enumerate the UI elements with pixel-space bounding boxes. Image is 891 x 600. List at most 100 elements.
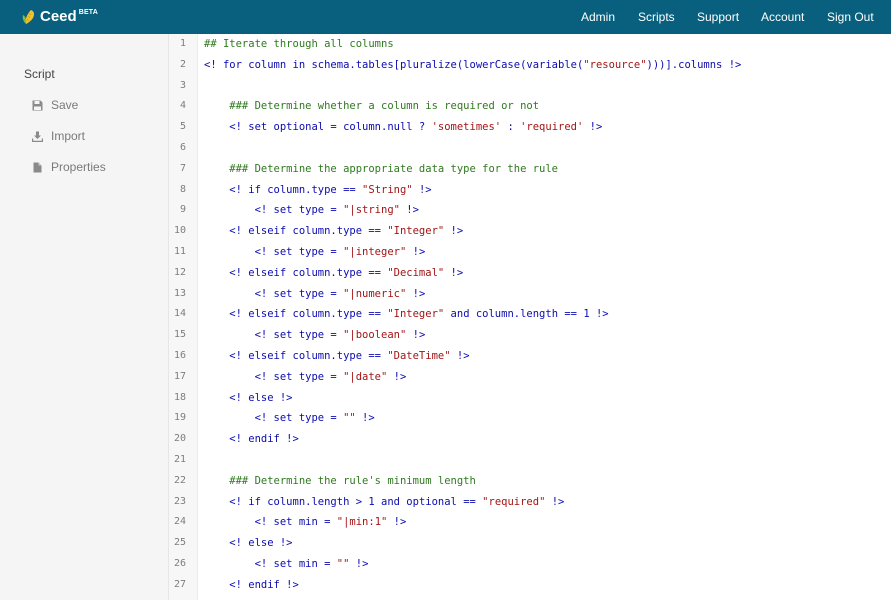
code-token: ""	[336, 558, 350, 570]
code-token: <! set min =	[204, 558, 337, 570]
sidebar-item-save[interactable]: Save	[32, 97, 78, 113]
line-number: 8	[179, 183, 186, 195]
nav-link-scripts[interactable]: Scripts	[638, 10, 675, 25]
code-line[interactable]: 27 <! endif !>	[169, 575, 891, 596]
line-code: <! elseif column.type == "Integer" !>	[204, 221, 463, 241]
sidebar-item-label: Import	[51, 129, 86, 143]
code-token: "String"	[362, 183, 413, 196]
code-line[interactable]: 4 ### Determine whether a column is requ…	[169, 96, 891, 117]
code-line[interactable]: 24 <! set min = "|min:1" !>	[169, 512, 891, 533]
line-number: 16	[173, 350, 186, 361]
code-token: <! set type =	[204, 287, 344, 300]
line-code: <! endif !>	[204, 575, 299, 595]
code-line[interactable]: 23 <! if column.length > 1 and optional …	[169, 492, 891, 513]
line-code: <! set min = "|min:1" !>	[204, 512, 407, 532]
code-line[interactable]: 18 <! else !>	[169, 388, 891, 409]
code-token: "|date"	[343, 370, 388, 383]
line-code: <! set type = "|string" !>	[204, 200, 419, 220]
line-number: 20	[173, 433, 186, 445]
code-token: ""	[343, 412, 356, 425]
line-number: 11	[173, 246, 186, 257]
code-token: <! endif !>	[204, 578, 299, 591]
code-line[interactable]: 19 <! set type = "" !>	[169, 408, 891, 429]
code-line[interactable]: 11 <! set type = "|integer" !>	[169, 242, 891, 263]
code-line[interactable]: 21	[169, 450, 891, 471]
code-token: ## Iterate through all columns	[204, 38, 394, 50]
code-line[interactable]: 20 <! endif !>	[169, 429, 891, 450]
nav-link-sign-out[interactable]: Sign Out	[827, 10, 874, 25]
line-number: 23	[173, 495, 186, 507]
code-token: <! set type =	[204, 246, 344, 258]
code-token: !>	[406, 287, 426, 300]
beta-badge: BETA	[78, 9, 99, 16]
code-token: "required"	[482, 495, 546, 508]
line-code: <! elseif column.type == "Decimal" !>	[204, 263, 463, 283]
line-code: <! endif !>	[204, 429, 299, 449]
code-token: <! set type =	[204, 329, 344, 342]
line-number: 14	[173, 308, 186, 320]
line-number: 26	[173, 558, 186, 569]
code-token: !>	[349, 558, 369, 570]
line-number: 13	[173, 287, 186, 299]
line-code: <! if column.type == "String" !>	[204, 180, 431, 200]
code-token: !>	[583, 121, 603, 134]
code-line[interactable]: 7 ### Determine the appropriate data typ…	[169, 159, 891, 180]
code-line[interactable]: 5 <! set optional = column.null ? 'somet…	[169, 117, 891, 138]
line-number: 15	[173, 329, 186, 341]
code-line[interactable]: 16 <! elseif column.type == "DateTime" !…	[169, 346, 891, 367]
line-number: 1	[179, 38, 186, 49]
code-token: 'sometimes'	[431, 121, 502, 134]
code-token: "|numeric"	[343, 287, 407, 300]
brand[interactable]: Ceed BETA	[22, 8, 98, 28]
code-token: <! set type =	[204, 204, 344, 217]
line-number: 18	[173, 391, 186, 403]
sidebar-heading: Script	[24, 67, 55, 81]
line-number: 19	[173, 412, 186, 424]
nav-link-admin[interactable]: Admin	[581, 10, 615, 25]
code-line[interactable]: 3	[169, 76, 891, 97]
code-token: "|string"	[343, 204, 400, 217]
code-token: !>	[444, 266, 464, 279]
code-line[interactable]: 26 <! set min = "" !>	[169, 554, 891, 575]
code-token: <! endif !>	[204, 433, 299, 446]
line-number: 6	[179, 142, 186, 153]
line-number: 4	[179, 100, 186, 112]
line-code: <! else !>	[204, 388, 293, 408]
code-token: <! elseif column.type ==	[204, 350, 388, 362]
code-token: <! elseif column.type ==	[204, 308, 388, 321]
code-line[interactable]: 13 <! set type = "|numeric" !>	[169, 284, 891, 305]
line-number: 17	[173, 370, 186, 382]
line-code: <! set optional = column.null ? 'sometim…	[204, 117, 602, 137]
code-token: !>	[406, 246, 426, 258]
code-token: <! else !>	[204, 391, 293, 404]
code-token: <! set optional = column.null ?	[204, 121, 432, 134]
line-code: <! set type = "|boolean" !>	[204, 325, 426, 345]
code-token: ### Determine whether a column is requir…	[204, 100, 540, 113]
code-line[interactable]: 2 <! for column in schema.tables[pluraliz…	[169, 55, 891, 76]
sidebar: Script Save Import Properties	[0, 34, 169, 600]
code-token: !>	[387, 370, 407, 383]
code-editor[interactable]: 1 ## Iterate through all columns 2 <! for c…	[169, 34, 891, 600]
code-line[interactable]: 1 ## Iterate through all columns	[169, 34, 891, 55]
code-line[interactable]: 15 <! set type = "|boolean" !>	[169, 325, 891, 346]
code-line[interactable]: 25 <! else !>	[169, 533, 891, 554]
sidebar-item-properties[interactable]: Properties	[32, 159, 106, 175]
code-token: <! if column.type ==	[204, 183, 363, 196]
sidebar-item-import[interactable]: Import	[32, 128, 85, 144]
code-line[interactable]: 22 ### Determine the rule's minimum leng…	[169, 471, 891, 492]
line-number: 3	[179, 79, 186, 91]
code-line[interactable]: 14 <! elseif column.type == "Integer" an…	[169, 304, 891, 325]
nav-link-account[interactable]: Account	[761, 10, 804, 25]
code-line[interactable]: 10 <! elseif column.type == "Integer" !>	[169, 221, 891, 242]
code-line[interactable]: 9 <! set type = "|string" !>	[169, 200, 891, 221]
code-line[interactable]: 17 <! set type = "|date" !>	[169, 367, 891, 388]
code-line[interactable]: 8 <! if column.type == "String" !>	[169, 180, 891, 201]
code-line[interactable]: 6	[169, 138, 891, 159]
corn-logo-icon	[22, 10, 35, 24]
code-line[interactable]: 12 <! elseif column.type == "Decimal" !>	[169, 263, 891, 284]
nav-link-support[interactable]: Support	[697, 10, 739, 25]
code-token: and column.length ==	[444, 308, 584, 321]
code-token: ### Determine the rule's minimum length	[204, 474, 476, 487]
line-code: ### Determine the appropriate data type …	[204, 159, 558, 179]
line-number: 27	[173, 578, 186, 590]
